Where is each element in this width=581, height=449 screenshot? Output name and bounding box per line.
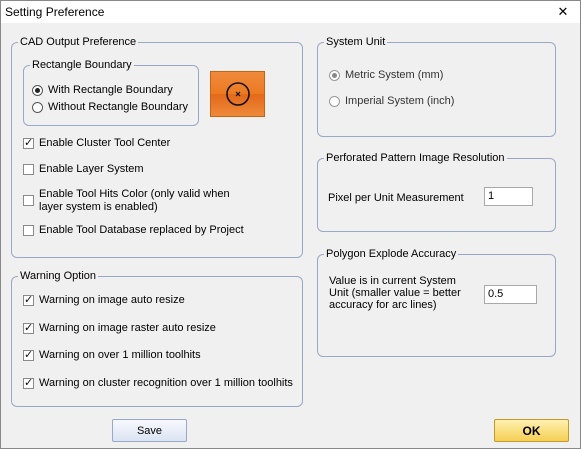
radio-label: Without Rectangle Boundary	[48, 101, 189, 113]
checkbox-icon[interactable]	[23, 225, 34, 236]
save-button[interactable]: Save	[112, 419, 187, 442]
pixel-per-unit-label: Pixel per Unit Measurement	[328, 192, 464, 204]
checkbox-icon[interactable]	[23, 376, 34, 389]
radio-label: Metric System (mm)	[345, 69, 444, 81]
explode-accuracy-input[interactable]: 0.5	[484, 285, 537, 304]
boundary-preview	[210, 71, 265, 117]
checkbox-icon[interactable]	[23, 293, 34, 306]
checkbox-label-line2: layer system is enabled)	[39, 201, 158, 213]
explode-accuracy-description: Value is in current System Unit (smaller…	[329, 275, 461, 311]
checkbox-label: Enable Tool Hits Color (only valid when …	[39, 188, 230, 214]
explode-desc-line3: accuracy for arc lines)	[329, 299, 437, 311]
radio-imperial-system[interactable]: Imperial System (inch)	[329, 95, 454, 108]
system-unit-label: System Unit	[324, 35, 388, 49]
checkbox-label: Enable Cluster Tool Center	[39, 137, 171, 149]
radio-label: Imperial System (inch)	[345, 95, 455, 107]
checkbox-label-line1: Enable Tool Hits Color (only valid when	[39, 188, 230, 200]
window-title: Setting Preference	[5, 5, 105, 19]
circle-with-x-icon	[226, 82, 250, 106]
checkbox-warning-cluster-recognition[interactable]: Warning on cluster recognition over 1 mi…	[23, 376, 293, 390]
radio-button-icon[interactable]	[329, 70, 340, 81]
checkbox-enable-tool-database[interactable]: Enable Tool Database replaced by Project	[23, 224, 244, 237]
checkbox-icon[interactable]	[23, 136, 34, 149]
radio-label: With Rectangle Boundary	[48, 84, 173, 96]
radio-button-icon[interactable]	[32, 102, 43, 113]
radio-button-icon[interactable]	[329, 96, 340, 107]
checkbox-warning-image-auto-resize[interactable]: Warning on image auto resize	[23, 293, 185, 307]
rectangle-boundary-label: Rectangle Boundary	[30, 58, 134, 72]
radio-metric-system[interactable]: Metric System (mm)	[329, 69, 443, 82]
title-bar: Setting Preference ✕	[1, 1, 580, 23]
pixel-per-unit-input[interactable]: 1	[484, 187, 533, 206]
checkbox-warning-image-raster-auto-resize[interactable]: Warning on image raster auto resize	[23, 321, 216, 335]
radio-without-rectangle-boundary[interactable]: Without Rectangle Boundary	[32, 101, 188, 114]
explode-desc-line2: Unit (smaller value = better	[329, 287, 461, 299]
cad-output-preference-label: CAD Output Preference	[18, 35, 139, 49]
checkbox-label: Warning on cluster recognition over 1 mi…	[39, 377, 293, 389]
checkbox-icon[interactable]	[23, 195, 34, 206]
warning-option-label: Warning Option	[18, 269, 99, 283]
checkbox-icon[interactable]	[23, 348, 34, 361]
checkbox-label: Warning on over 1 million toolhits	[39, 349, 201, 361]
radio-button-icon[interactable]	[32, 85, 43, 96]
checkbox-enable-layer-system[interactable]: Enable Layer System	[23, 163, 144, 176]
close-icon[interactable]: ✕	[546, 1, 580, 23]
checkbox-icon[interactable]	[23, 164, 34, 175]
checkbox-enable-cluster-tool-center[interactable]: Enable Cluster Tool Center	[23, 136, 171, 150]
resolution-label: Perforated Pattern Image Resolution	[324, 151, 507, 165]
setting-preference-dialog: Setting Preference ✕ CAD Output Preferen…	[0, 0, 581, 449]
checkbox-enable-tool-hits-color[interactable]: Enable Tool Hits Color (only valid when …	[23, 188, 230, 214]
checkbox-label: Warning on image auto resize	[39, 294, 185, 306]
checkbox-icon[interactable]	[23, 321, 34, 334]
radio-with-rectangle-boundary[interactable]: With Rectangle Boundary	[32, 84, 173, 97]
explode-desc-line1: Value is in current System	[329, 275, 456, 287]
explode-accuracy-label: Polygon Explode Accuracy	[324, 247, 459, 261]
ok-button[interactable]: OK	[494, 419, 569, 442]
checkbox-label: Enable Tool Database replaced by Project	[39, 224, 244, 236]
checkbox-label: Enable Layer System	[39, 163, 144, 175]
checkbox-warning-over-1-million-toolhits[interactable]: Warning on over 1 million toolhits	[23, 348, 201, 362]
checkbox-label: Warning on image raster auto resize	[39, 322, 216, 334]
system-unit-group: System Unit	[317, 35, 556, 137]
